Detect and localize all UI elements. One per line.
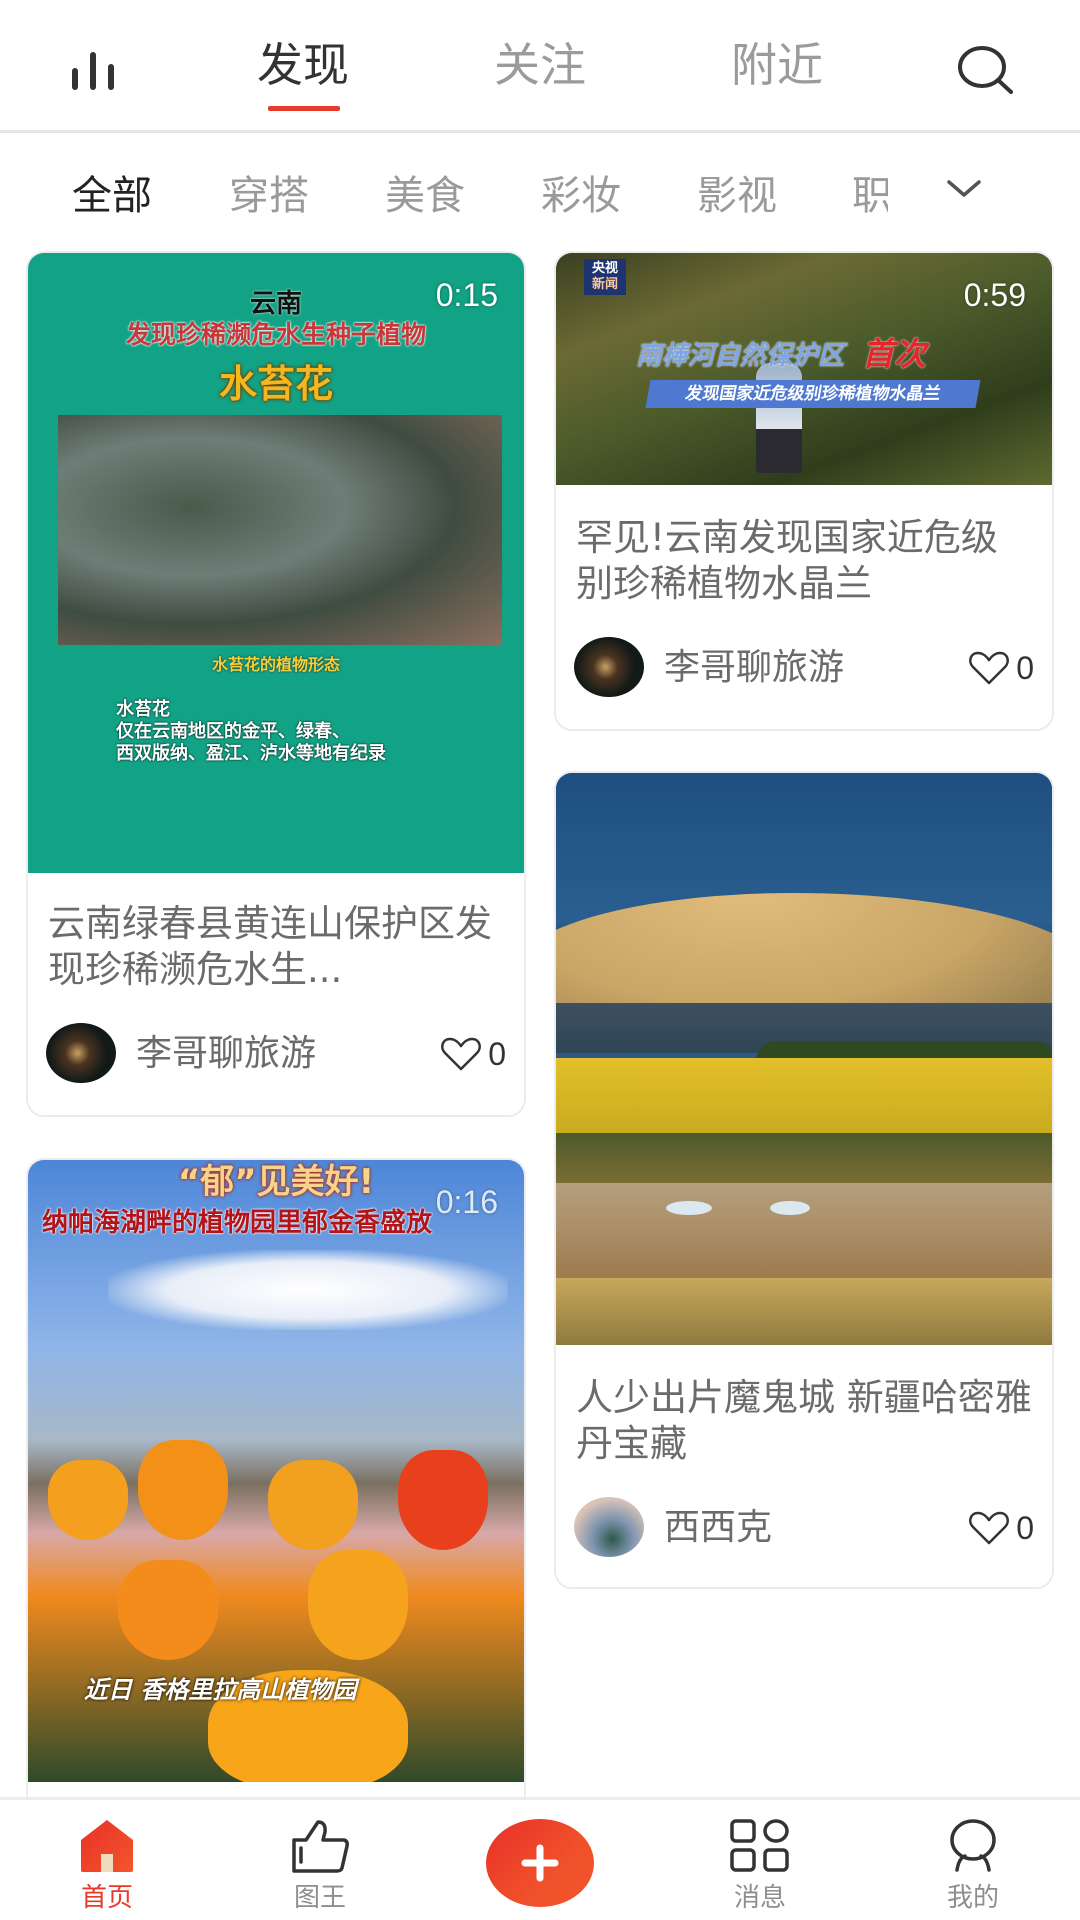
like-button[interactable]: 0: [440, 1031, 506, 1077]
overlay-text: 发现国家近危级别珍稀植物水晶兰: [645, 380, 981, 408]
nav-label: 消息: [733, 1883, 786, 1913]
swan: [770, 1201, 810, 1215]
nav-profile[interactable]: 我的: [898, 1800, 1048, 1920]
lake: [556, 1183, 1052, 1283]
category-food[interactable]: 美食: [385, 160, 465, 232]
chevron-down-icon[interactable]: [946, 178, 982, 200]
clouds: [108, 1250, 508, 1330]
plus-icon: [521, 1844, 559, 1882]
tulip: [398, 1450, 488, 1550]
overlay-text: 近日 香格里拉高山植物园: [84, 1676, 357, 1704]
author-row[interactable]: 李哥聊旅游 0: [46, 1023, 506, 1093]
like-button[interactable]: 0: [968, 1505, 1034, 1551]
active-tab-indicator: [268, 106, 340, 111]
badge-line: 新闻: [591, 277, 618, 292]
video-duration: 0:59: [963, 277, 1026, 313]
category-career[interactable]: 职: [852, 160, 888, 232]
overlay-text: 水苔花: [218, 362, 333, 406]
tulip: [48, 1460, 128, 1540]
avatar[interactable]: [46, 1023, 116, 1083]
nav-home[interactable]: 首页: [32, 1800, 182, 1920]
nav-label: 首页: [80, 1883, 133, 1913]
tab-following[interactable]: 关注: [460, 30, 620, 100]
like-count: 0: [1016, 1509, 1034, 1546]
plant-photo: [58, 415, 502, 645]
category-bar: 全部 穿搭 美食 彩妆 影视 职: [0, 160, 1080, 232]
category-makeup[interactable]: 彩妆: [541, 160, 621, 232]
card-title[interactable]: 云南绿春县黄连山保护区发现珍稀濒危水生...: [48, 901, 504, 993]
video-thumbnail[interactable]: 云南 发现珍稀濒危水生种子植物 水苔花 水苔花的植物形态 水苔花 仅在云南地区的…: [28, 253, 524, 873]
overlay-line: 仅在云南地区的金平、绿春、: [116, 721, 350, 742]
heart-icon: [969, 1511, 1010, 1545]
feed-card[interactable]: “郁”见美好! 纳帕海湖畔的植物园里郁金香盛放 近日 香格里拉高山植物园 0:1…: [26, 1158, 526, 1858]
nav-label: 我的: [946, 1883, 999, 1913]
nav-label: 图王: [293, 1883, 346, 1913]
video-thumbnail[interactable]: “郁”见美好! 纳帕海湖畔的植物园里郁金香盛放 近日 香格里拉高山植物园 0:1…: [28, 1160, 524, 1782]
overlay-text: 纳帕海湖畔的植物园里郁金香盛放: [42, 1208, 433, 1238]
nav-messages[interactable]: 消息: [685, 1800, 835, 1920]
video-duration: 0:15: [435, 277, 498, 313]
author-name[interactable]: 李哥聊旅游: [136, 1029, 316, 1079]
news-badge: 央视 新闻: [584, 259, 626, 295]
heart-icon: [969, 651, 1010, 685]
video-thumbnail[interactable]: 央视 新闻 南棒河自然保护区 首次 发现国家近危级别珍稀植物水晶兰 0:59: [556, 253, 1052, 485]
like-count: 0: [1016, 649, 1034, 686]
feed-card[interactable]: 央视 新闻 南棒河自然保护区 首次 发现国家近危级别珍稀植物水晶兰 0:59 罕…: [554, 251, 1054, 731]
author-row[interactable]: 李哥聊旅游 0: [574, 637, 1034, 707]
badge-line: 央视: [591, 261, 618, 276]
like-count: 0: [488, 1035, 506, 1072]
overlay-text: 首次: [862, 335, 927, 373]
tulip: [138, 1440, 228, 1540]
feed-card[interactable]: 云南 发现珍稀濒危水生种子植物 水苔花 水苔花的植物形态 水苔花 仅在云南地区的…: [26, 251, 526, 1117]
foreground-reeds: [556, 1278, 1052, 1345]
category-outfit[interactable]: 穿搭: [229, 160, 309, 232]
avatar[interactable]: [574, 1497, 644, 1557]
overlay-line: 水苔花: [116, 699, 170, 720]
category-film[interactable]: 影视: [697, 160, 777, 232]
overlay-text: 发现珍稀濒危水生种子植物: [125, 320, 426, 349]
avatar[interactable]: [574, 637, 644, 697]
photo-thumbnail[interactable]: [556, 773, 1052, 1345]
tab-discover[interactable]: 发现: [223, 30, 383, 100]
search-icon[interactable]: [956, 44, 1016, 96]
video-duration: 0:16: [435, 1184, 498, 1220]
overlay-text: 水苔花的植物形态: [211, 655, 340, 674]
card-title[interactable]: 人少出片魔鬼城 新疆哈密雅丹宝藏: [576, 1375, 1032, 1467]
profile-icon: [950, 1819, 996, 1872]
reed-band: [556, 1133, 1052, 1183]
feed-card[interactable]: 人少出片魔鬼城 新疆哈密雅丹宝藏 西西克 0: [554, 771, 1054, 1589]
tulip: [308, 1550, 408, 1660]
create-post-button[interactable]: [486, 1819, 594, 1907]
thumbs-up-icon: [292, 1820, 349, 1873]
tab-nearby[interactable]: 附近: [697, 30, 857, 100]
tulip: [118, 1560, 218, 1660]
category-all[interactable]: 全部: [72, 160, 152, 232]
author-name[interactable]: 西西克: [664, 1503, 772, 1553]
card-title[interactable]: 罕见!云南发现国家近危级别珍稀植物水晶兰: [576, 515, 1032, 607]
swan: [666, 1201, 712, 1215]
bar-chart-icon[interactable]: [70, 48, 116, 90]
heart-icon: [441, 1037, 482, 1071]
author-name[interactable]: 李哥聊旅游: [664, 643, 844, 693]
author-row[interactable]: 西西克 0: [574, 1497, 1034, 1567]
overlay-text: 水苔花 仅在云南地区的金平、绿春、 西双版纳、盈江、泸水等地有纪录: [116, 699, 386, 765]
home-icon: [81, 1820, 133, 1872]
overlay-line: 西双版纳、盈江、泸水等地有纪录: [116, 743, 386, 764]
grass-field: [556, 1058, 1052, 1138]
like-button[interactable]: 0: [968, 645, 1034, 691]
tulip: [268, 1460, 358, 1550]
overlay-text: 南棒河自然保护区: [636, 341, 845, 371]
nav-picking[interactable]: 图王: [245, 1800, 395, 1920]
grid-icon: [730, 1819, 789, 1872]
top-header: 发现 关注 附近: [0, 0, 1080, 133]
